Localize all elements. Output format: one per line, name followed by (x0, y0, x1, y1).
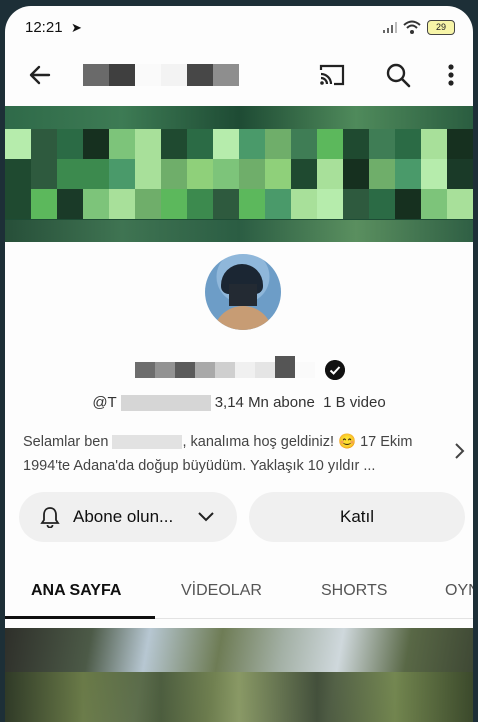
channel-tabs: ANA SAYFA VİDEOLAR SHORTS OYN (5, 562, 473, 618)
channel-banner (5, 106, 473, 242)
cast-icon[interactable] (317, 62, 347, 88)
video-preview[interactable] (5, 628, 473, 722)
active-tab-indicator (5, 616, 155, 619)
status-bar: 12:21 ➤ 29 (5, 6, 473, 46)
subscribe-button[interactable]: Abone olun... (19, 492, 237, 542)
status-time: 12:21 (25, 19, 63, 36)
channel-meta: @T 3,14 Mn abone 1 B video (5, 394, 473, 412)
top-app-bar (5, 46, 473, 104)
tab-games[interactable]: OYN (445, 582, 473, 600)
wifi-icon (403, 20, 421, 34)
status-icons: 29 (383, 18, 455, 36)
back-arrow-icon[interactable] (25, 60, 55, 90)
handle-redacted (120, 395, 211, 412)
bell-icon (40, 507, 60, 528)
search-icon[interactable] (383, 60, 413, 90)
channel-name-redacted (135, 356, 315, 378)
channel-name-row (5, 356, 473, 384)
channel-handle: @T (92, 394, 117, 411)
channel-description[interactable]: Selamlar ben , kanalıma hoş geldiniz! 😊 … (23, 430, 443, 478)
location-icon: ➤ (71, 20, 82, 35)
more-vert-icon[interactable] (441, 60, 461, 90)
join-button[interactable]: Katıl (249, 492, 465, 542)
chevron-down-icon (198, 512, 214, 522)
tab-videos[interactable]: VİDEOLAR (181, 582, 262, 600)
video-count: 1 B video (323, 394, 386, 411)
phone-screen: 12:21 ➤ 29 @T 3,14 Mn abone 1 B video Se… (5, 6, 473, 722)
channel-avatar[interactable] (205, 254, 281, 330)
channel-title-redacted (83, 64, 239, 86)
tab-shorts[interactable]: SHORTS (321, 582, 387, 600)
tab-home[interactable]: ANA SAYFA (31, 582, 121, 600)
chevron-right-icon[interactable] (452, 442, 466, 460)
subscribe-label: Abone olun... (73, 507, 174, 526)
signal-icon (383, 21, 397, 33)
description-redacted (112, 435, 183, 450)
subscriber-count: 3,14 Mn abone (214, 394, 315, 411)
battery-indicator: 29 (427, 19, 455, 35)
verified-icon (325, 360, 345, 380)
